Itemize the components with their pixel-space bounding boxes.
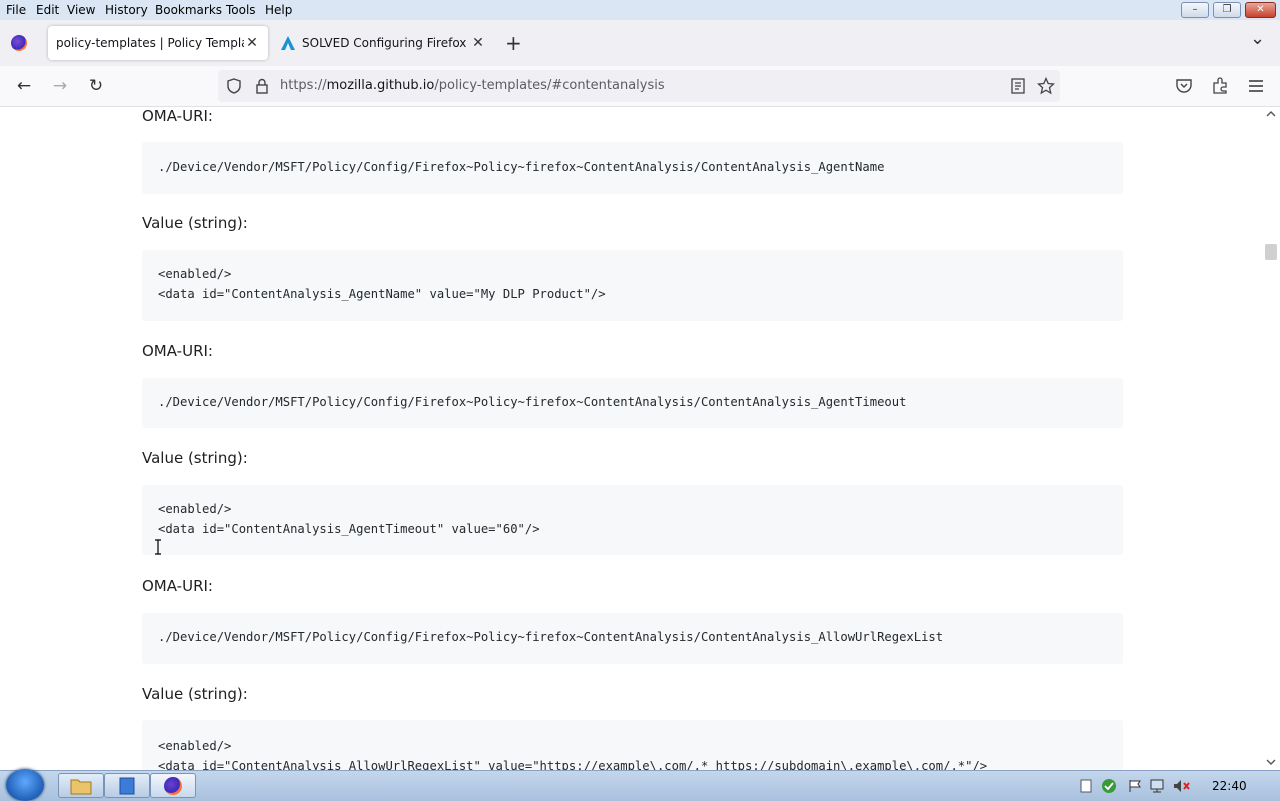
action-center-flag-icon[interactable] <box>1128 779 1142 793</box>
oma-uri-label: OMA-URI: <box>142 107 213 125</box>
code-block[interactable]: ./Device/Vendor/MSFT/Policy/Config/Firef… <box>142 142 1123 194</box>
oma-uri-label: OMA-URI: <box>142 342 213 360</box>
menu-bookmarks[interactable]: Bookmarks <box>155 3 222 17</box>
forward-button[interactable]: → <box>48 74 72 98</box>
reader-view-icon[interactable] <box>1011 78 1025 94</box>
value-string-label: Value (string): <box>142 685 248 703</box>
app-taskbar-button[interactable] <box>104 773 150 798</box>
folder-icon <box>70 779 92 795</box>
start-button[interactable] <box>6 769 44 801</box>
menu-edit[interactable]: Edit <box>36 3 59 17</box>
url-text[interactable]: https://mozilla.github.io/policy-templat… <box>280 78 665 93</box>
code-text[interactable]: <enabled/> <data id="ContentAnalysis_Age… <box>158 500 540 539</box>
page-content: OMA-URI: ./Device/Vendor/MSFT/Policy/Con… <box>0 107 1262 770</box>
firefox-view-icon[interactable] <box>11 35 27 51</box>
scrollbar-thumb[interactable] <box>1265 244 1277 260</box>
close-window-button[interactable]: ✕ <box>1245 2 1276 18</box>
code-text[interactable]: ./Device/Vendor/MSFT/Policy/Config/Firef… <box>158 158 884 178</box>
explorer-taskbar-button[interactable] <box>58 773 104 798</box>
extensions-icon[interactable] <box>1211 77 1229 95</box>
new-tab-button[interactable]: + <box>505 31 522 55</box>
shield-icon[interactable] <box>226 78 242 94</box>
notes-tray-icon[interactable] <box>1080 779 1092 793</box>
code-text[interactable]: <enabled/> <data id="ContentAnalysis_Age… <box>158 265 606 304</box>
code-block[interactable]: ./Device/Vendor/MSFT/Policy/Config/Firef… <box>142 378 1123 428</box>
restore-button[interactable]: ❐ <box>1213 2 1241 18</box>
menu-file[interactable]: File <box>6 3 26 17</box>
list-tabs-icon[interactable]: ⌄ <box>1250 28 1265 49</box>
network-icon[interactable] <box>1150 779 1166 793</box>
url-bar[interactable]: https://mozilla.github.io/policy-templat… <box>218 70 1060 102</box>
minimize-button[interactable]: – <box>1181 2 1209 18</box>
code-text[interactable]: ./Device/Vendor/MSFT/Policy/Config/Firef… <box>158 628 943 648</box>
menu-bar: File Edit View History Bookmarks Tools H… <box>0 0 1280 20</box>
code-block[interactable]: <enabled/> <data id="ContentAnalysis_Age… <box>142 485 1123 555</box>
site-logo-icon <box>281 36 295 50</box>
lock-icon[interactable] <box>255 78 269 94</box>
firefox-taskbar-button[interactable] <box>150 773 196 798</box>
vertical-scrollbar[interactable] <box>1262 107 1280 770</box>
close-tab-icon[interactable]: ✕ <box>244 35 260 51</box>
document-icon <box>119 777 135 795</box>
tab-solved-configuring[interactable]: SOLVED Configuring Firefox wit ✕ <box>272 26 494 60</box>
value-string-label: Value (string): <box>142 214 248 232</box>
text-cursor-icon <box>155 539 161 555</box>
menu-view[interactable]: View <box>67 3 95 17</box>
bookmark-star-icon[interactable] <box>1037 77 1055 95</box>
close-tab-icon[interactable]: ✕ <box>470 35 486 51</box>
taskbar: 22:40 <box>0 769 1280 801</box>
tab-strip: policy-templates | Policy Templates ✕ SO… <box>0 20 1280 66</box>
code-block[interactable]: <enabled/> <data id="ContentAnalysis_All… <box>142 720 1123 770</box>
security-tray-icon[interactable] <box>1101 778 1117 794</box>
code-text[interactable]: <enabled/> <data id="ContentAnalysis_All… <box>158 737 987 770</box>
value-string-label: Value (string): <box>142 449 248 467</box>
url-host: mozilla.github.io <box>326 78 435 93</box>
firefox-icon <box>164 777 182 795</box>
menu-help[interactable]: Help <box>265 3 292 17</box>
tab-title: SOLVED Configuring Firefox wit <box>302 36 470 50</box>
scroll-up-icon[interactable] <box>1265 110 1277 118</box>
volume-muted-icon[interactable] <box>1173 779 1191 793</box>
code-block[interactable]: <enabled/> <data id="ContentAnalysis_Age… <box>142 250 1123 321</box>
pocket-icon[interactable] <box>1175 77 1193 95</box>
menu-history[interactable]: History <box>105 3 148 17</box>
nav-bar: ← → ↻ https://mozilla.github.io/policy-t… <box>0 66 1280 107</box>
scroll-down-icon[interactable] <box>1265 758 1277 766</box>
url-scheme: https:// <box>280 78 327 93</box>
hamburger-menu-icon[interactable] <box>1248 78 1264 94</box>
reload-button[interactable]: ↻ <box>84 74 108 98</box>
code-block[interactable]: ./Device/Vendor/MSFT/Policy/Config/Firef… <box>142 613 1123 664</box>
url-path: /policy-templates/#contentanalysis <box>434 78 665 93</box>
tab-title: policy-templates | Policy Templates <box>56 36 244 50</box>
menu-tools[interactable]: Tools <box>226 3 256 17</box>
code-text[interactable]: ./Device/Vendor/MSFT/Policy/Config/Firef… <box>158 393 906 413</box>
oma-uri-label: OMA-URI: <box>142 577 213 595</box>
back-button[interactable]: ← <box>12 74 36 98</box>
system-clock[interactable]: 22:40 <box>1212 779 1247 793</box>
tab-policy-templates[interactable]: policy-templates | Policy Templates ✕ <box>48 26 268 60</box>
